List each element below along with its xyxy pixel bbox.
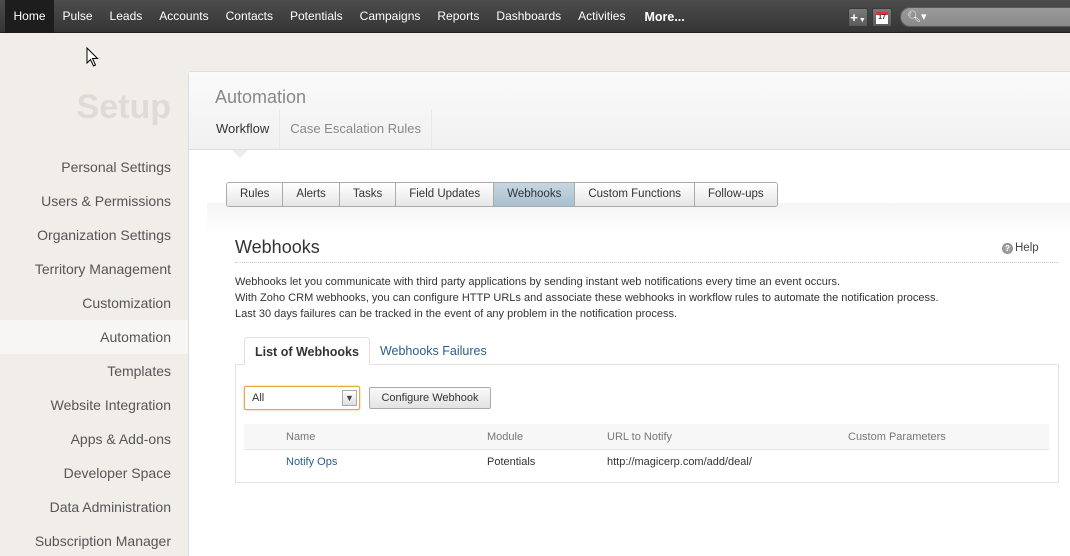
description-line: Last 30 days failures can be tracked in … — [235, 308, 678, 320]
help-icon: ? — [1002, 242, 1013, 254]
sidebar-item-subscription-manager[interactable]: Subscription Manager — [0, 524, 188, 556]
mouse-cursor-icon — [86, 47, 99, 67]
caret-down-icon: ▼ — [858, 17, 866, 24]
setup-sidebar: Personal Settings Users & Permissions Or… — [0, 150, 188, 556]
sidebar-item-templates[interactable]: Templates — [0, 354, 188, 388]
active-subtab-pointer — [232, 150, 248, 158]
description-line: With Zoho CRM webhooks, you can configur… — [235, 292, 939, 304]
subtab-workflow[interactable]: Workflow — [206, 110, 281, 148]
setup-title: Setup — [76, 88, 171, 126]
sidebar-item-territory-management[interactable]: Territory Management — [0, 252, 188, 286]
calendar-icon: 17 — [876, 11, 888, 24]
tab-activities[interactable]: Activities — [570, 0, 634, 33]
configure-webhook-button[interactable]: Configure Webhook — [369, 387, 491, 409]
webhook-module: Potentials — [487, 456, 536, 468]
custom-functions-button[interactable]: Custom Functions — [575, 183, 696, 206]
tab-reports[interactable]: Reports — [429, 0, 488, 33]
tab-leads[interactable]: Leads — [101, 0, 151, 33]
workflow-button-group: Rules Alerts Tasks Field Updates Webhook… — [226, 182, 778, 207]
webhook-name-link[interactable]: Notify Ops — [286, 451, 337, 473]
tab-potentials[interactable]: Potentials — [281, 0, 351, 33]
filter-value: All — [252, 392, 265, 404]
tab-contacts[interactable]: Contacts — [217, 0, 281, 33]
alerts-button[interactable]: Alerts — [283, 183, 340, 206]
column-header-custom-parameters[interactable]: Custom Parameters — [848, 424, 946, 450]
automation-header: Automation Workflow Case Escalation Rule… — [189, 72, 1070, 150]
main-panel: Automation Workflow Case Escalation Rule… — [188, 71, 1070, 556]
tab-webhooks-failures[interactable]: Webhooks Failures — [370, 337, 497, 365]
plus-icon: + — [850, 10, 858, 25]
column-header-module[interactable]: Module — [487, 424, 523, 450]
sidebar-item-personal-settings[interactable]: Personal Settings — [0, 150, 188, 184]
automation-subtabs: Workflow Case Escalation Rules — [206, 110, 433, 148]
tab-list-of-webhooks[interactable]: List of Webhooks — [244, 337, 370, 365]
help-label: Help — [1015, 242, 1039, 254]
tab-accounts[interactable]: Accounts — [151, 0, 217, 33]
sidebar-item-data-administration[interactable]: Data Administration — [0, 490, 188, 524]
table-header: Name Module URL to Notify Custom Paramet… — [244, 424, 1049, 450]
help-link[interactable]: ? Help — [1002, 242, 1039, 254]
tab-home[interactable]: Home — [5, 0, 55, 33]
webhooks-tabs: List of Webhooks Webhooks Failures — [244, 337, 497, 365]
subtab-case-escalation-rules[interactable]: Case Escalation Rules — [280, 110, 433, 148]
column-header-url[interactable]: URL to Notify — [607, 424, 672, 450]
tab-more[interactable]: More... — [636, 0, 693, 33]
webhooks-button[interactable]: Webhooks — [494, 183, 576, 206]
table-row: Notify Ops Potentials http://magicerp.co… — [244, 451, 1049, 473]
search-icon[interactable]: 🔍︎▾ — [907, 10, 927, 23]
page-title: Automation — [215, 87, 307, 107]
quick-create-button[interactable]: + ▼ — [848, 8, 868, 27]
module-filter-select[interactable]: All ▼ — [244, 386, 360, 410]
chevron-down-icon[interactable]: ▼ — [342, 390, 357, 406]
sidebar-item-automation[interactable]: Automation — [0, 320, 188, 354]
module-tabs: Home Pulse Leads Accounts Contacts Poten… — [5, 0, 693, 33]
description-line: Webhooks let you communicate with third … — [235, 276, 841, 288]
section-title: Webhooks — [235, 237, 320, 257]
search-input[interactable]: 🔍︎▾ — [900, 7, 1070, 27]
sidebar-item-customization[interactable]: Customization — [0, 286, 188, 320]
follow-ups-button[interactable]: Follow-ups — [695, 183, 777, 206]
field-updates-button[interactable]: Field Updates — [396, 183, 495, 206]
sidebar-item-website-integration[interactable]: Website Integration — [0, 388, 188, 422]
calendar-day: 17 — [878, 13, 886, 21]
top-navigation-bar: Home Pulse Leads Accounts Contacts Poten… — [0, 0, 1070, 33]
calendar-button[interactable]: 17 — [872, 8, 892, 27]
tab-dashboards[interactable]: Dashboards — [488, 0, 570, 33]
tab-pulse[interactable]: Pulse — [54, 0, 101, 33]
webhook-url: http://magicerp.com/add/deal/ — [607, 456, 752, 468]
webhooks-description: Webhooks let you communicate with third … — [235, 274, 939, 322]
sidebar-item-organization-settings[interactable]: Organization Settings — [0, 218, 188, 252]
sidebar-item-developer-space[interactable]: Developer Space — [0, 456, 188, 490]
tab-campaigns[interactable]: Campaigns — [351, 0, 429, 33]
rules-button[interactable]: Rules — [227, 183, 284, 206]
tasks-button[interactable]: Tasks — [339, 183, 397, 206]
sidebar-item-users-permissions[interactable]: Users & Permissions — [0, 184, 188, 218]
column-header-name[interactable]: Name — [286, 424, 315, 450]
sidebar-item-apps-addons[interactable]: Apps & Add-ons — [0, 422, 188, 456]
section-divider — [235, 262, 1059, 263]
